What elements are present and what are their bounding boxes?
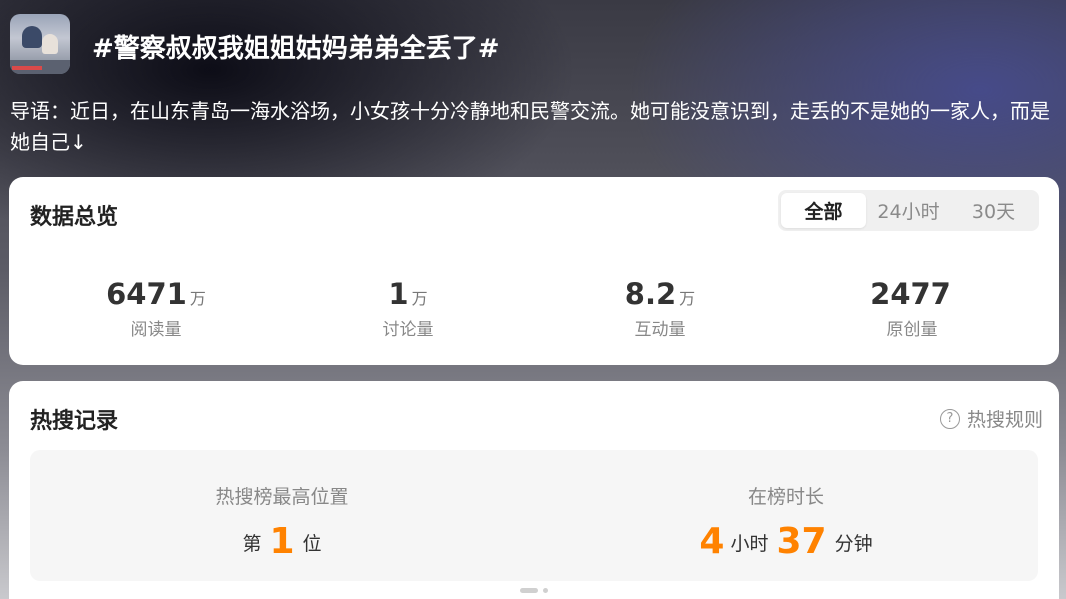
tab-all[interactable]: 全部 (781, 193, 866, 228)
highest-position-value: 1 (269, 521, 295, 562)
stat-discussions-unit: 万 (411, 289, 428, 308)
stat-interactions-value: 8.2 (624, 277, 677, 311)
time-on-list-minutes-unit: 分钟 (834, 533, 873, 555)
tab-30d[interactable]: 30天 (951, 193, 1036, 228)
time-on-list: 在榜时长 4 小时 37 分钟 (534, 450, 1038, 581)
highest-position: 热搜榜最高位置 第1位 (30, 450, 534, 581)
stat-discussions-label: 讨论量 (382, 320, 434, 340)
stats-row: 6471 万 阅读量 1万 讨论量 8.2 万 互动量 2477 原创量 (30, 277, 1038, 340)
highest-position-prefix: 第 (242, 533, 262, 555)
stat-discussions-value: 1 (388, 277, 409, 311)
hot-search-panel: 热搜榜最高位置 第1位 在榜时长 4 小时 37 分钟 (30, 450, 1038, 581)
stat-originals-value: 2477 (870, 277, 951, 311)
stat-originals: 2477 原创量 (786, 277, 1038, 340)
stat-reads-value-group: 6471 万 (30, 277, 282, 313)
page-indicator-dot-active (520, 588, 538, 593)
stat-interactions-unit: 万 (679, 289, 696, 308)
stat-discussions: 1万 讨论量 (282, 277, 534, 340)
question-circle-icon: ? (939, 408, 960, 429)
overview-card: 数据总览 全部 24小时 30天 6471 万 阅读量 1万 讨论量 8.2 万 互… (9, 177, 1059, 365)
overview-title: 数据总览 (30, 205, 119, 230)
hot-search-card: 热搜记录 ? 热搜规则 热搜榜最高位置 第1位 在榜时长 4 小时 37 分钟 (9, 381, 1059, 599)
topic-thumbnail[interactable] (10, 14, 70, 74)
time-on-list-label: 在榜时长 (747, 486, 824, 508)
stat-originals-label: 原创量 (886, 320, 938, 340)
stat-reads-value: 6471 (106, 277, 187, 311)
hot-search-rules-link[interactable]: ? 热搜规则 (939, 405, 1043, 432)
time-on-list-hours: 4 (699, 521, 725, 562)
stat-interactions-label: 互动量 (634, 320, 686, 340)
page-indicator (520, 588, 548, 593)
highest-position-suffix: 位 (302, 533, 322, 555)
highest-position-value-group: 第1位 (30, 521, 534, 562)
page-indicator-dot (543, 588, 548, 593)
stat-originals-value-group: 2477 (786, 277, 1038, 313)
time-on-list-value-group: 4 小时 37 分钟 (534, 521, 1038, 562)
stat-discussions-value-group: 1万 (282, 277, 534, 313)
hot-search-rules-label: 热搜规则 (966, 409, 1043, 431)
topic-lead: 导语：近日，在山东青岛一海水浴场，小女孩十分冷静地和民警交流。她可能没意识到，走… (10, 99, 1050, 154)
topic-title: #警察叔叔我姐姐姑妈弟弟全丢了# (92, 34, 500, 64)
thumbnail-girl (42, 34, 58, 54)
time-range-tabs: 全部 24小时 30天 (778, 190, 1039, 231)
stat-interactions: 8.2 万 互动量 (534, 277, 786, 340)
stat-reads-unit: 万 (189, 289, 206, 308)
stat-interactions-value-group: 8.2 万 (534, 277, 786, 313)
stat-reads-label: 阅读量 (130, 320, 182, 340)
thumbnail-caption-bar (12, 66, 42, 70)
thumbnail-officer (22, 26, 42, 48)
hot-search-title: 热搜记录 (30, 409, 119, 434)
tab-24h[interactable]: 24小时 (866, 193, 951, 228)
time-on-list-hours-unit: 小时 (730, 533, 769, 555)
highest-position-label: 热搜榜最高位置 (215, 486, 349, 508)
topic-header: #警察叔叔我姐姐姑妈弟弟全丢了# (10, 14, 1060, 78)
time-on-list-minutes: 37 (776, 521, 827, 562)
stat-reads: 6471 万 阅读量 (30, 277, 282, 340)
